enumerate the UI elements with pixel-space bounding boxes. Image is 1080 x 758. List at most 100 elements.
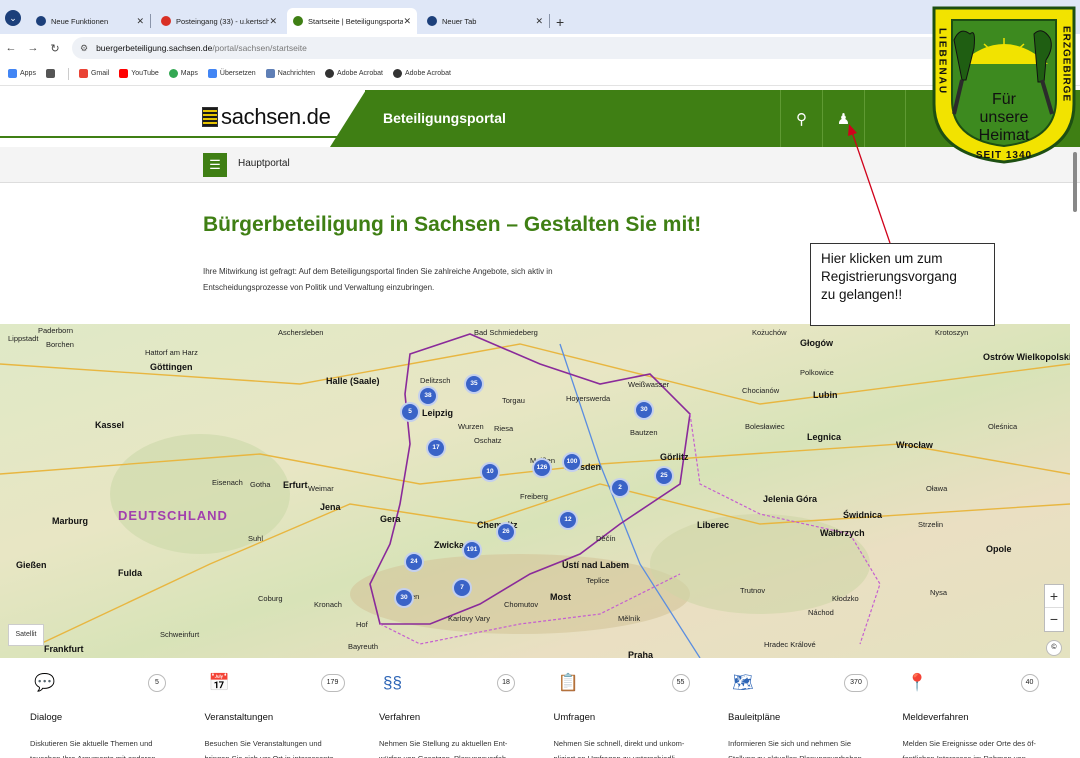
category-title[interactable]: Veranstaltungen bbox=[205, 712, 274, 723]
seal-motto-1: Für bbox=[992, 91, 1017, 108]
satellite-toggle[interactable]: Satellit bbox=[8, 624, 44, 646]
menu-button[interactable]: ☰ bbox=[203, 153, 227, 177]
desc-line: Stellung zu aktuellen Planungsvorhaben bbox=[728, 751, 878, 758]
bookmark-acrobat-1[interactable]: Adobe Acrobat bbox=[325, 69, 383, 78]
bookmark-youtube[interactable]: YouTube bbox=[119, 69, 159, 78]
map-place-label: Krotoszyn bbox=[935, 328, 969, 337]
map-place-label: Delitzsch bbox=[420, 376, 451, 385]
desc-line: Informieren Sie sich und nehmen Sie bbox=[728, 739, 851, 748]
map-place-label: Torgau bbox=[502, 396, 525, 405]
page-scrollbar[interactable] bbox=[1072, 148, 1078, 748]
map-cluster-marker[interactable]: 5 bbox=[400, 402, 420, 422]
bookmark-grid[interactable] bbox=[45, 69, 58, 78]
map-cluster-marker[interactable]: 100 bbox=[562, 452, 582, 472]
annotation-callout: Hier klicken um zum Registrierungsvorgan… bbox=[810, 243, 995, 326]
map-cluster-marker[interactable]: 12 bbox=[558, 510, 578, 530]
login-button[interactable]: ♟ bbox=[822, 90, 864, 147]
browser-tab-1[interactable]: Neue Funktionen ✕ bbox=[30, 8, 150, 34]
map-cluster-marker[interactable]: 35 bbox=[464, 374, 484, 394]
map-place-label: Jena bbox=[320, 502, 341, 512]
tab-close-icon[interactable]: ✕ bbox=[403, 16, 411, 27]
map-place-label: Coburg bbox=[258, 594, 283, 603]
reload-icon[interactable]: ↻ bbox=[44, 42, 66, 55]
bookmark-maps[interactable]: Maps bbox=[168, 69, 198, 78]
map-cluster-marker[interactable]: 191 bbox=[462, 540, 482, 560]
zoom-out-button[interactable]: − bbox=[1045, 607, 1063, 630]
bookmark-gmail[interactable]: Gmail bbox=[78, 69, 109, 78]
bookmark-acrobat-2[interactable]: Adobe Acrobat bbox=[392, 69, 451, 78]
map-place-label: Děčín bbox=[596, 534, 616, 543]
breadcrumb-hauptportal[interactable]: Hauptportal bbox=[238, 158, 290, 169]
map-cluster-marker[interactable]: 10 bbox=[480, 462, 500, 482]
map-place-label: Gera bbox=[380, 514, 401, 524]
map[interactable]: Paderborn Lippstadt Borchen Hattorf am Harz… bbox=[0, 324, 1070, 658]
tab-close-icon[interactable]: ✕ bbox=[136, 16, 144, 27]
portal-title[interactable]: Beteiligungsportal bbox=[383, 110, 506, 126]
gmail-icon bbox=[78, 69, 88, 78]
map-zoom-control: + − bbox=[1044, 584, 1064, 632]
map-place-label: Gießen bbox=[16, 560, 47, 570]
map-cluster-marker[interactable]: 2 bbox=[610, 478, 630, 498]
category-title[interactable]: Meldeverfahren bbox=[903, 712, 969, 723]
map-cluster-marker[interactable]: 30 bbox=[394, 588, 414, 608]
map-cluster-marker[interactable]: 17 bbox=[426, 438, 446, 458]
map-place-label: Polkowice bbox=[800, 368, 834, 377]
browser-tab-4[interactable]: Neuer Tab ✕ bbox=[421, 8, 549, 34]
back-icon[interactable]: ← bbox=[0, 42, 22, 54]
tab-title: Posteingang (33) - u.kertscher@ bbox=[176, 16, 270, 26]
map-place-label: Gotha bbox=[250, 480, 271, 489]
sachsen-logo[interactable]: sachsen.de bbox=[202, 104, 331, 130]
bookmark-translate[interactable]: Übersetzen bbox=[207, 69, 256, 78]
map-place-label: Leipzig bbox=[422, 408, 453, 418]
category-count: 5 bbox=[148, 674, 166, 692]
category-title[interactable]: Verfahren bbox=[379, 712, 420, 723]
forward-icon[interactable]: → bbox=[22, 42, 44, 54]
paragraph-icon: §§ bbox=[383, 673, 402, 692]
map-place-label: Schweinfurt bbox=[160, 630, 200, 639]
map-place-label: Wałbrzych bbox=[820, 528, 865, 538]
map-cluster-marker[interactable]: 126 bbox=[532, 458, 552, 478]
tab-search-button[interactable]: ⌄ bbox=[5, 10, 21, 26]
category-title[interactable]: Dialoge bbox=[30, 712, 62, 723]
browser-tab-3[interactable]: Startseite | Beteiligungsportal S ✕ bbox=[287, 8, 417, 34]
page-title: Bürgerbeteiligung in Sachsen – Gestalten… bbox=[203, 213, 702, 236]
desc-line: würfen von Gesetzen, Planungsverfah bbox=[379, 751, 529, 758]
map-cluster-marker[interactable]: 26 bbox=[496, 522, 516, 542]
desc-line: tauschen Ihre Argumente mit anderen bbox=[30, 751, 180, 758]
category-title[interactable]: Umfragen bbox=[554, 712, 596, 723]
category-list: 💬 5 Dialoge Diskutieren Sie aktuelle Themen… bbox=[0, 666, 1080, 758]
bookmark-news[interactable]: Nachrichten bbox=[265, 69, 315, 78]
map-place-label: Oleśnica bbox=[988, 422, 1018, 431]
map-place-label: Hof bbox=[356, 620, 368, 629]
map-cluster-marker[interactable]: 30 bbox=[634, 400, 654, 420]
map-place-label: Trutnov bbox=[740, 586, 766, 595]
map-cluster-marker[interactable]: 7 bbox=[452, 578, 472, 598]
desc-line: Besuchen Sie Veranstaltungen und bbox=[204, 739, 322, 748]
desc-line: pliziert an Umfragen zu unterschiedli bbox=[554, 751, 704, 758]
tab-title: Neue Funktionen bbox=[51, 16, 109, 26]
map-place-label: Teplice bbox=[586, 576, 610, 585]
tab-close-icon[interactable]: ✕ bbox=[269, 16, 277, 27]
category-title[interactable]: Bauleitpläne bbox=[728, 712, 780, 723]
bookmark-apps[interactable]: Apps bbox=[8, 69, 36, 78]
address-bar[interactable]: ⚙ buergerbeteiligung.sachsen.de /portal/… bbox=[72, 37, 952, 59]
desc-line: Nehmen Sie Stellung zu aktuellen Ent- bbox=[379, 739, 508, 748]
search-icon: ⚲ bbox=[796, 110, 807, 128]
subnav: ☰ Hauptportal bbox=[0, 147, 1080, 183]
zoom-in-button[interactable]: + bbox=[1045, 585, 1063, 607]
map-cluster-marker[interactable]: 38 bbox=[418, 386, 438, 406]
browser-tab-2[interactable]: Posteingang (33) - u.kertscher@ ✕ bbox=[155, 8, 283, 34]
tab-close-icon[interactable]: ✕ bbox=[535, 16, 543, 27]
bookmark-separator bbox=[67, 67, 69, 80]
map-place-label: Kassel bbox=[95, 420, 125, 430]
search-button[interactable]: ⚲ bbox=[780, 90, 822, 147]
new-tab-button[interactable]: + bbox=[556, 14, 564, 30]
category-description: Melden Sie Ereignisse oder Orte des öf-f… bbox=[903, 736, 1053, 758]
map-copyright-button[interactable]: © bbox=[1046, 640, 1062, 656]
map-cluster-marker[interactable]: 25 bbox=[654, 466, 674, 486]
calendar-icon: 📅 bbox=[208, 673, 230, 692]
map-place-label: Eisenach bbox=[212, 478, 243, 487]
map-cluster-marker[interactable]: 24 bbox=[404, 552, 424, 572]
site-info-icon[interactable]: ⚙ bbox=[80, 43, 88, 54]
scrollbar-thumb[interactable] bbox=[1073, 152, 1077, 212]
